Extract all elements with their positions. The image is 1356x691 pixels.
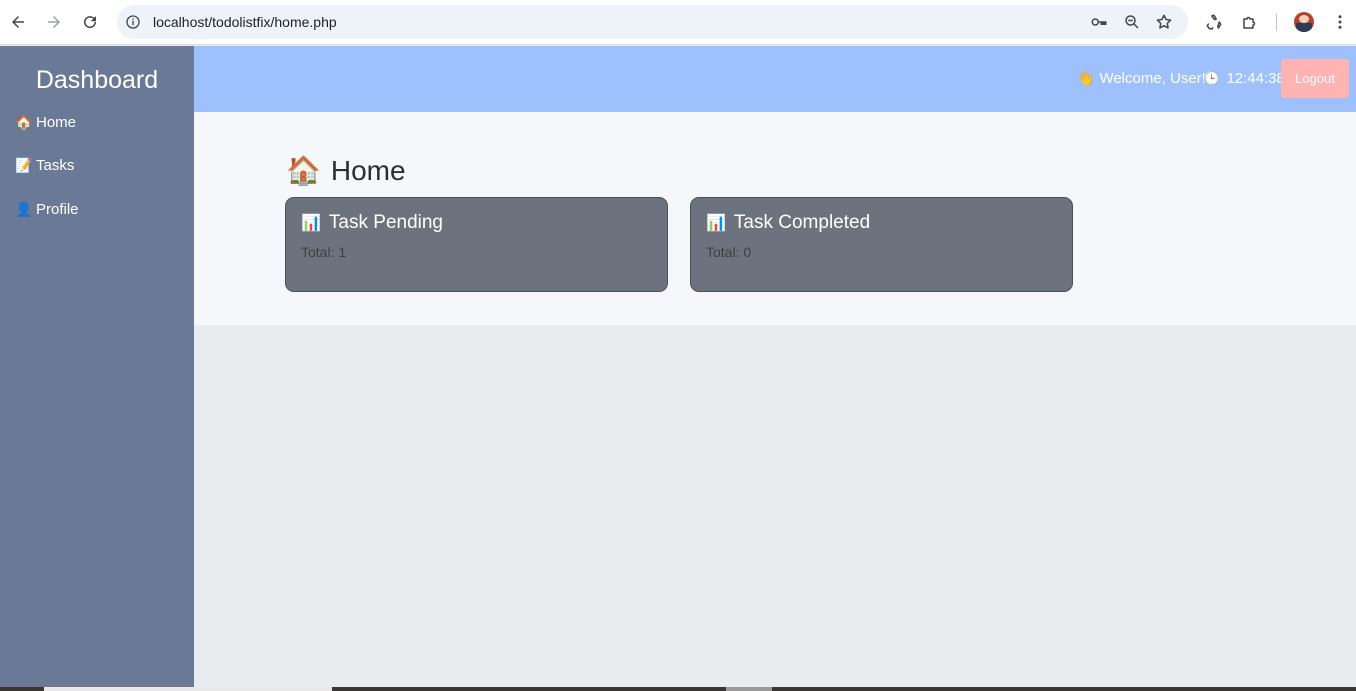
sidebar-item-profile[interactable]: 👤 Profile [15,201,79,218]
clock-time: 12:44:38 [1226,70,1285,87]
house-icon: 🏠 [286,155,321,186]
clock-icon: 🕒 [1203,70,1221,86]
sidebar-item-home[interactable]: 🏠 Home [15,114,76,131]
bar-chart-icon: 📊 [301,215,321,232]
welcome-text: Welcome, User! [1099,70,1206,87]
clock: 🕒 12:44:38 [1203,70,1285,87]
waving-hand-icon: 👋 [1077,70,1095,86]
card-title-text: Task Completed [733,212,871,233]
house-icon: 🏠 [15,114,33,130]
os-taskbar-edge [0,687,1356,691]
main-content: 🏠 Home 📊 Task Pending Total: 1 📊 Task Co… [194,112,1356,325]
task-pending-card: 📊 Task Pending Total: 1 [285,197,668,292]
site-info-icon[interactable] [125,14,141,30]
sidebar: Dashboard 🏠 Home 📝 Tasks 👤 Profile [0,46,194,687]
card-title-text: Task Pending [328,212,443,233]
puzzle-icon[interactable] [1241,13,1259,31]
back-icon[interactable] [5,9,31,35]
top-header: 👋 Welcome, User! 🕒 12:44:38 Logout [194,46,1356,112]
forward-icon[interactable] [41,9,67,35]
logout-button[interactable]: Logout [1281,59,1349,98]
card-title: 📊 Task Completed [706,212,870,234]
card-total: Total: 1 [301,244,347,260]
taskbar-window-strip [726,687,772,691]
sidebar-item-label: Home [36,114,77,131]
sidebar-item-label: Profile [36,201,79,218]
page-title-text: Home [330,154,406,186]
recycle-extension-icon[interactable] [1205,13,1223,31]
memo-icon: 📝 [15,157,33,173]
url-text[interactable]: localhost/todolistfix/home.php [153,14,337,30]
taskbar-window-strip [44,687,332,691]
welcome-message: 👋 Welcome, User! [1077,70,1206,87]
zoom-icon[interactable] [1123,13,1141,31]
reload-icon[interactable] [77,9,103,35]
card-title: 📊 Task Pending [301,212,443,234]
profile-avatar[interactable] [1294,12,1314,32]
toolbar-divider [1276,13,1277,31]
user-icon: 👤 [15,201,33,217]
browser-toolbar: localhost/todolistfix/home.php [0,0,1356,45]
task-completed-card: 📊 Task Completed Total: 0 [690,197,1073,292]
key-icon[interactable] [1090,13,1108,31]
card-total: Total: 0 [706,244,752,260]
kebab-menu-icon[interactable] [1331,13,1349,31]
sidebar-item-label: Tasks [36,157,75,174]
page-title: 🏠 Home [286,154,406,187]
sidebar-title: Dashboard [35,66,159,94]
bar-chart-icon: 📊 [706,215,726,232]
star-icon[interactable] [1155,13,1173,31]
sidebar-item-tasks[interactable]: 📝 Tasks [15,157,74,174]
address-bar[interactable]: localhost/todolistfix/home.php [117,5,1188,39]
